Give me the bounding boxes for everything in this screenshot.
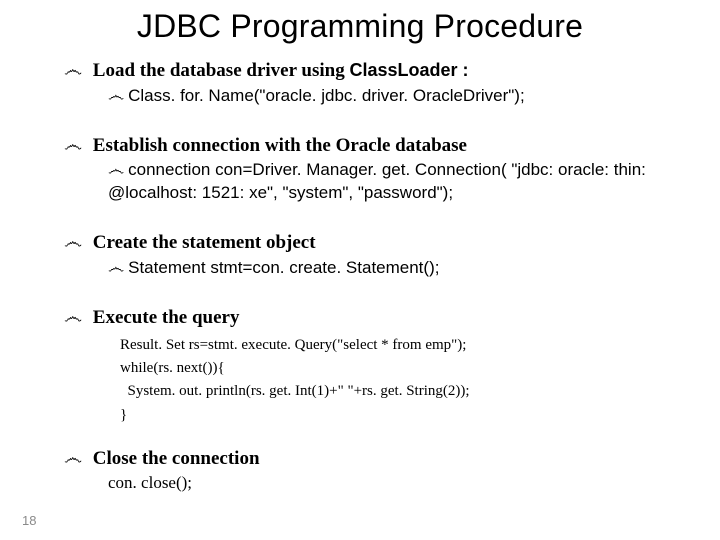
slide: JDBC Programming Procedure ෴ Load the da…: [0, 8, 720, 540]
step-load-lead-code: ClassLoader :: [349, 60, 468, 80]
step-close-code: con. close();: [108, 473, 688, 493]
slide-title: JDBC Programming Procedure: [0, 8, 720, 45]
page-number: 18: [22, 513, 36, 528]
bullet-icon: ෴: [64, 306, 82, 330]
step-establish: ෴ Establish connection with the Oracle d…: [64, 134, 688, 206]
step-load-lead-text: Load the database driver using: [93, 60, 350, 81]
step-establish-sub: ෴connection con=Driver. Manager. get. Co…: [108, 159, 688, 205]
bullet-icon: ෴: [64, 231, 82, 255]
step-load: ෴ Load the database driver using ClassLo…: [64, 59, 688, 108]
step-execute-lead: ෴ Execute the query: [64, 306, 688, 330]
step-execute-lead-text: Execute the query: [93, 307, 240, 328]
step-load-lead: ෴ Load the database driver using ClassLo…: [64, 59, 688, 83]
step-close-lead: ෴ Close the connection: [64, 447, 688, 471]
step-load-sub: ෴Class. for. Name("oracle. jdbc. driver.…: [108, 85, 688, 108]
step-execute-code: Result. Set rs=stmt. execute. Query("sel…: [120, 334, 688, 427]
step-execute: ෴ Execute the query Result. Set rs=stmt.…: [64, 306, 688, 427]
step-create-lead-text: Create the statement object: [93, 232, 316, 253]
step-close-lead-text: Close the connection: [93, 448, 260, 469]
bullet-icon: ෴: [108, 85, 124, 108]
step-create: ෴ Create the statement object ෴Statement…: [64, 231, 688, 280]
bullet-icon: ෴: [64, 447, 82, 471]
step-establish-lead: ෴ Establish connection with the Oracle d…: [64, 134, 688, 158]
bullet-icon: ෴: [108, 257, 124, 280]
bullet-icon: ෴: [64, 59, 82, 83]
step-create-sub-text: Statement stmt=con. create. Statement();: [128, 258, 439, 277]
slide-content: ෴ Load the database driver using ClassLo…: [0, 59, 720, 493]
bullet-icon: ෴: [64, 134, 82, 158]
step-close: ෴ Close the connection con. close();: [64, 447, 688, 493]
step-create-lead: ෴ Create the statement object: [64, 231, 688, 255]
step-load-sub-text: Class. for. Name("oracle. jdbc. driver. …: [128, 86, 525, 105]
step-establish-lead-text: Establish connection with the Oracle dat…: [93, 135, 467, 156]
step-create-sub: ෴Statement stmt=con. create. Statement()…: [108, 257, 688, 280]
step-establish-sub-text: connection con=Driver. Manager. get. Con…: [108, 160, 646, 202]
bullet-icon: ෴: [108, 159, 124, 182]
